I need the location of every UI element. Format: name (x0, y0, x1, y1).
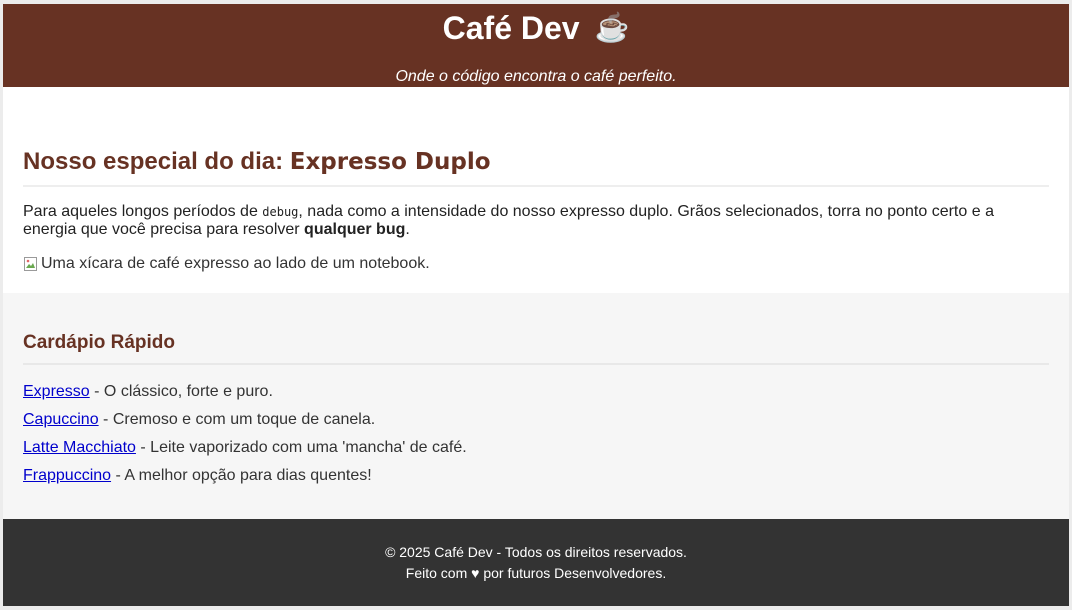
menu-heading: Cardápio Rápido (23, 332, 176, 353)
menu-item-desc: - Cremoso e com um toque de canela. (98, 411, 376, 428)
site-header: Café Dev ☕ Onde o código encontra o café… (3, 4, 1069, 87)
special-image: Uma xícara de café expresso ao lado de u… (23, 255, 430, 273)
page: Café Dev ☕ Onde o código encontra o café… (3, 4, 1069, 606)
quick-menu-section: Cardápio Rápido Expresso - O clássico, f… (3, 293, 1069, 519)
special-description: Para aqueles longos períodos de debug, n… (23, 203, 1049, 239)
desc-end: . (405, 221, 410, 238)
special-image-alt-text: Uma xícara de café expresso ao lado de u… (41, 255, 430, 272)
coffee-cup-icon: ☕ (594, 12, 630, 43)
special-heading: Nosso especial do dia: Expresso Duplo (23, 147, 1049, 177)
menu-item-desc: - Leite vaporizado com uma 'mancha' de c… (135, 439, 467, 456)
daily-special-section: Nosso especial do dia: Expresso Duplo Pa… (3, 87, 1069, 293)
site-title-text: Café Dev (442, 10, 580, 46)
desc-code: debug (262, 205, 299, 219)
site-footer: © 2025 Café Dev - Todos os direitos rese… (3, 519, 1069, 606)
desc-bold: qualquer bug (304, 221, 406, 238)
menu-divider (23, 363, 1049, 365)
menu-list: Expresso - O clássico, forte e puro. Cap… (23, 378, 467, 490)
menu-item-frappuccino: Frappuccino - A melhor opção para dias q… (23, 462, 467, 490)
menu-item-capuccino: Capuccino - Cremoso e com um toque de ca… (23, 406, 467, 434)
special-heading-prefix: Nosso especial do dia: (23, 148, 290, 175)
menu-item-latte-macchiato: Latte Macchiato - Leite vaporizado com u… (23, 434, 467, 462)
special-dish-name: Expresso Duplo (289, 149, 491, 175)
broken-image-icon (23, 256, 39, 272)
menu-item-desc: - A melhor opção para dias quentes! (111, 467, 372, 484)
menu-link-capuccino[interactable]: Capuccino (23, 411, 99, 428)
menu-link-frappuccino[interactable]: Frappuccino (23, 467, 111, 484)
tagline: Onde o código encontra o café perfeito. (395, 68, 677, 85)
site-title: Café Dev ☕ (3, 9, 1069, 47)
menu-link-expresso[interactable]: Expresso (23, 383, 90, 400)
special-divider (23, 185, 1049, 187)
menu-item-desc: - O clássico, forte e puro. (89, 383, 273, 400)
footer-copyright: © 2025 Café Dev - Todos os direitos rese… (385, 544, 687, 560)
menu-link-latte-macchiato[interactable]: Latte Macchiato (23, 439, 136, 456)
menu-item-expresso: Expresso - O clássico, forte e puro. (23, 378, 467, 406)
desc-text-1: Para aqueles longos períodos de (23, 203, 263, 220)
footer-made-with: Feito com ♥ por futuros Desenvolvedores. (405, 565, 667, 581)
